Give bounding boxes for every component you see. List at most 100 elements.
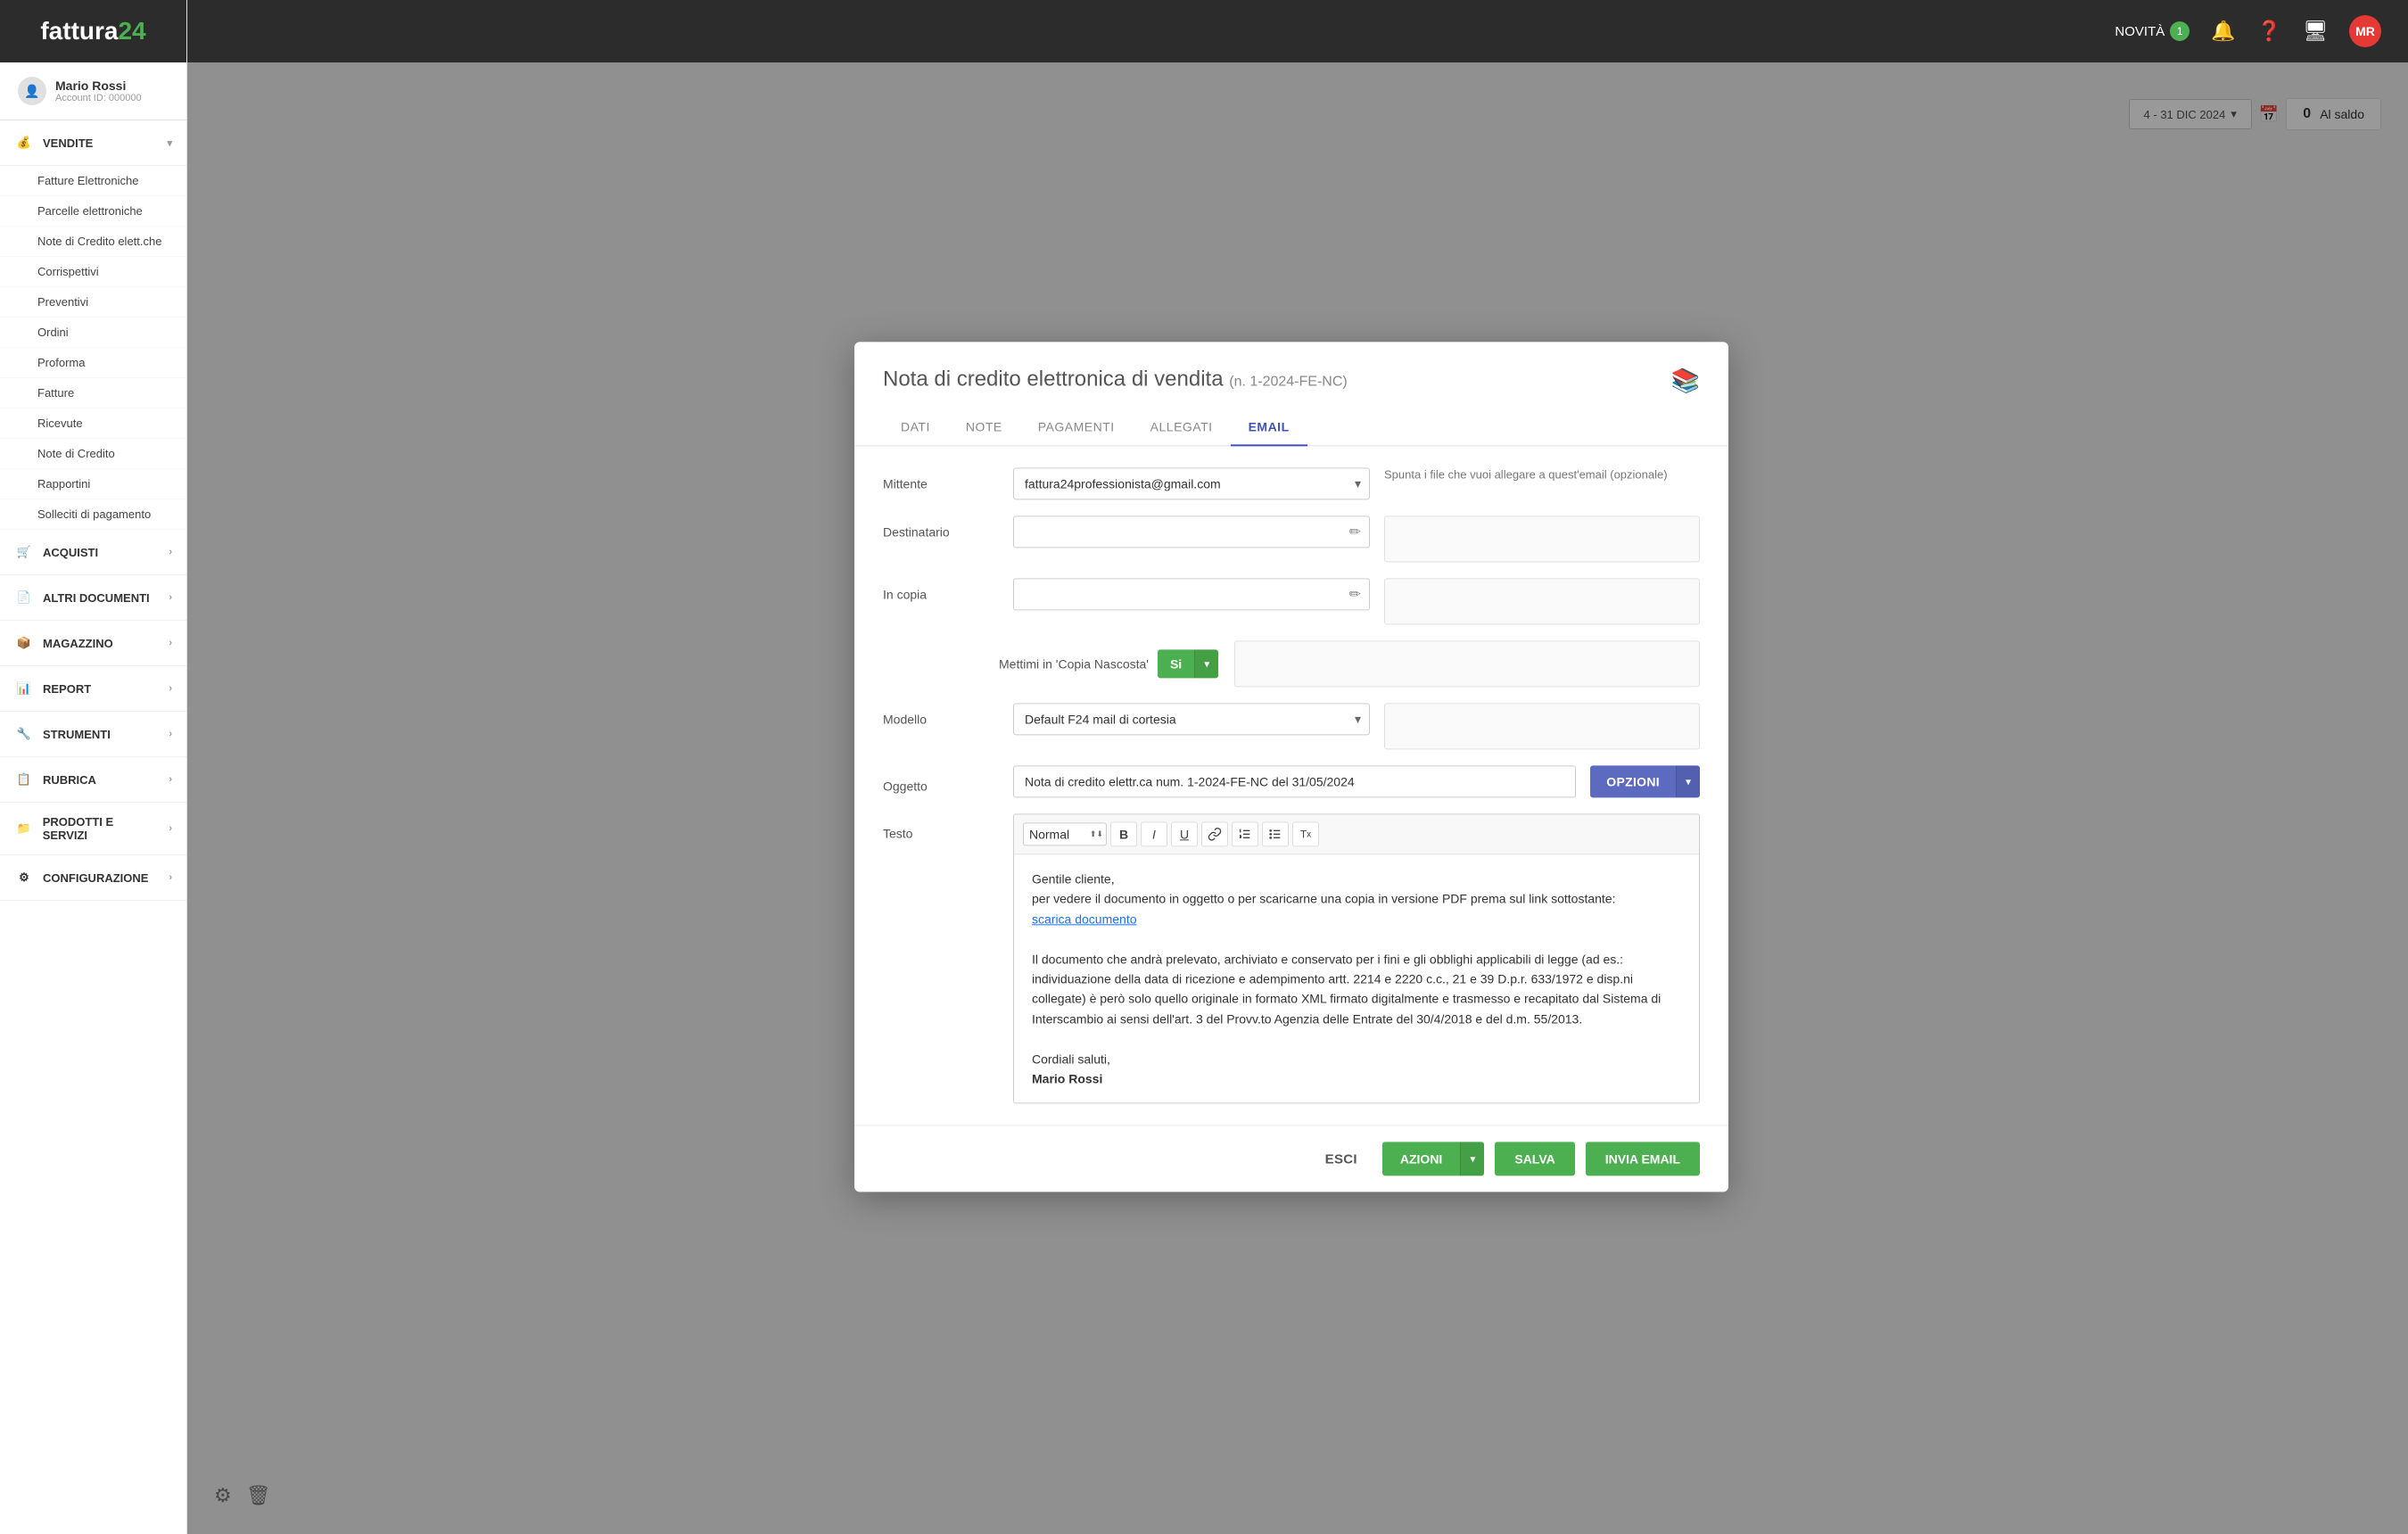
sidebar-sub-item-fatture[interactable]: Fatture [0,378,186,408]
oggetto-input[interactable] [1013,765,1576,797]
mittente-select-wrapper: fattura24professionista@gmail.com [1013,467,1370,499]
modal-header: Nota di credito elettronica di vendita (… [854,342,1728,394]
testo-row: Testo Normal Heading 1 Heading 2 B I U [883,813,1700,1103]
sidebar-sub-item-fatture-elettroniche[interactable]: Fatture Elettroniche [0,166,186,196]
style-select[interactable]: Normal Heading 1 Heading 2 [1023,822,1107,845]
sidebar-sub-item-ricevute[interactable]: Ricevute [0,408,186,439]
opzioni-group: OPZIONI ▾ [1590,765,1700,797]
display-icon[interactable]: 🖥 [2303,20,2328,43]
modal-body: Mittente fattura24professionista@gmail.c… [854,446,1728,1125]
sidebar-section-header-altri[interactable]: 📄 ALTRI DOCUMENTI › [0,575,186,621]
toggle-arrow-button[interactable]: ▾ [1194,649,1218,678]
tab-allegati[interactable]: ALLEGATI [1133,408,1231,446]
invia-email-button[interactable]: INVIA EMAIL [1586,1142,1700,1176]
modal-title-sub: (n. 1-2024-FE-NC) [1229,374,1347,389]
sidebar-section-prodotti: 📁 PRODOTTI E SERVIZI › [0,803,186,855]
esci-button[interactable]: ESCI [1311,1142,1372,1175]
in-copia-label: In copia [883,578,999,601]
sidebar-sub-item-note-credito[interactable]: Note di Credito [0,439,186,469]
azioni-button[interactable]: AZIONI [1382,1142,1460,1176]
ordered-list-button[interactable] [1232,821,1258,846]
report-icon: 📊 [14,679,34,698]
opzioni-arrow-button[interactable]: ▾ [1676,765,1700,797]
clear-format-button[interactable]: Tx [1292,821,1319,846]
tab-note[interactable]: NOTE [948,408,1020,446]
editor-content[interactable]: Gentile cliente, per vedere il documento… [1014,854,1699,1102]
sidebar-section-header-acquisti[interactable]: 🛒 ACQUISTI › [0,530,186,575]
sidebar-section-header-configurazione[interactable]: ⚙ CONFIGURAZIONE › [0,855,186,901]
copia-nascosta-row: Mettimi in 'Copia Nascosta' Si ▾ [883,640,1700,687]
help-icon[interactable]: ❓ [2257,20,2281,43]
sidebar-section-strumenti: 🔧 STRUMENTI › [0,712,186,757]
user-avatar[interactable]: MR [2349,15,2381,47]
attachments-area: Spunta i file che vuoi allegare a quest'… [1384,467,1700,481]
in-copia-input[interactable] [1013,578,1370,610]
mittente-label: Mittente [883,467,999,491]
strumenti-icon: 🔧 [14,724,34,744]
mittente-control: fattura24professionista@gmail.com [1013,467,1370,499]
italic-button[interactable]: I [1141,821,1167,846]
tab-dati[interactable]: DATI [883,408,948,446]
acquisti-icon: 🛒 [14,542,34,562]
sidebar-sub-item-solleciti[interactable]: Solleciti di pagamento [0,499,186,530]
oggetto-row: Oggetto OPZIONI ▾ [883,765,1700,797]
altri-icon: 📄 [14,588,34,607]
novita-badge[interactable]: 1 [2170,21,2189,41]
sidebar: fattura24 👤 Mario Rossi Account ID: 0000… [0,0,187,1534]
modal-footer: ESCI AZIONI ▾ SALVA INVIA EMAIL [854,1126,1728,1192]
toggle-group: Si ▾ [1158,649,1218,678]
tab-pagamenti[interactable]: PAGAMENTI [1020,408,1133,446]
destinatario-row: Destinatario ✏ [883,515,1700,562]
vendite-chevron: ▾ [167,137,172,149]
modal-tabs: DATI NOTE PAGAMENTI ALLEGATI EMAIL [854,408,1728,446]
destinatario-input[interactable] [1013,515,1370,548]
azioni-arrow-button[interactable]: ▾ [1460,1142,1484,1176]
sidebar-section-header-prodotti[interactable]: 📁 PRODOTTI E SERVIZI › [0,803,186,855]
bell-icon[interactable]: 🔔 [2211,20,2235,43]
modello-select[interactable]: Default F24 mail di cortesia [1013,703,1370,735]
bold-button[interactable]: B [1110,821,1137,846]
unordered-list-button[interactable] [1262,821,1289,846]
editor-toolbar: Normal Heading 1 Heading 2 B I U [1014,814,1699,854]
email-link[interactable]: scarica documento [1032,911,1137,926]
tab-email[interactable]: EMAIL [1231,408,1307,446]
sidebar-sub-item-ordini[interactable]: Ordini [0,318,186,348]
logo[interactable]: fattura24 [0,0,186,62]
modello-control: Default F24 mail di cortesia [1013,703,1370,735]
testo-label: Testo [883,813,999,840]
attachments-label: Spunta i file che vuoi allegare a quest'… [1384,467,1700,481]
configurazione-icon: ⚙ [14,868,34,887]
destinatario-control: ✏ [1013,515,1370,548]
edit-icon-destinatario[interactable]: ✏ [1349,523,1361,540]
book-icon[interactable]: 📚 [1671,367,1700,394]
sidebar-sub-item-proforma[interactable]: Proforma [0,348,186,378]
sidebar-section-header-strumenti[interactable]: 🔧 STRUMENTI › [0,712,186,757]
sidebar-sub-item-parcelle[interactable]: Parcelle elettroniche [0,196,186,227]
sidebar-section-header-magazzino[interactable]: 📦 MAGAZZINO › [0,621,186,666]
edit-icon-incopia[interactable]: ✏ [1349,585,1361,603]
user-account: Account ID: 000000 [55,93,142,103]
sidebar-sub-item-rapportini[interactable]: Rapportini [0,469,186,499]
sidebar-sub-item-preventivi[interactable]: Preventivi [0,287,186,318]
sidebar-sub-item-note-credito-elett[interactable]: Note di Credito elett.che [0,227,186,257]
toggle-si-button[interactable]: Si [1158,649,1194,678]
modello-row: Modello Default F24 mail di cortesia [883,703,1700,749]
magazzino-chevron: › [169,638,172,648]
salva-button[interactable]: SALVA [1495,1142,1574,1176]
sidebar-section-header-rubrica[interactable]: 📋 RUBRICA › [0,757,186,803]
user-name: Mario Rossi [55,78,142,93]
sidebar-sub-item-corrispettivi[interactable]: Corrispettivi [0,257,186,287]
underline-button[interactable]: U [1171,821,1198,846]
novita-section: NOVITÀ 1 [2115,21,2189,41]
sidebar-section-altri: 📄 ALTRI DOCUMENTI › [0,575,186,621]
sidebar-section-header-vendite[interactable]: 💰 VENDITE ▾ [0,120,186,166]
link-button[interactable] [1201,821,1228,846]
sidebar-section-vendite: 💰 VENDITE ▾ Fatture Elettroniche Parcell… [0,120,186,530]
in-copia-input-wrapper: ✏ [1013,578,1370,610]
magazzino-label: MAGAZZINO [43,637,113,650]
sidebar-section-header-report[interactable]: 📊 REPORT › [0,666,186,712]
logo-num: 24 [118,17,145,45]
email-line1: Gentile cliente, [1032,869,1681,888]
mittente-select[interactable]: fattura24professionista@gmail.com [1013,467,1370,499]
opzioni-button[interactable]: OPZIONI [1590,765,1676,797]
